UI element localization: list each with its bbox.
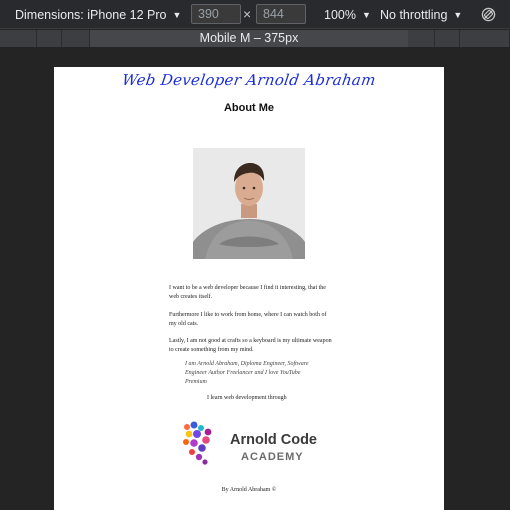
media-query-segment[interactable] bbox=[460, 30, 510, 47]
rotate-icon[interactable] bbox=[481, 7, 496, 22]
zoom-selector[interactable]: 100% ▼ bbox=[324, 0, 371, 29]
bio-paragraph: Furthermore I like to work from home, wh… bbox=[169, 312, 327, 327]
width-input[interactable]: 390 bbox=[191, 4, 241, 24]
height-input[interactable]: 844 bbox=[256, 4, 306, 24]
profile-photo bbox=[193, 148, 305, 259]
media-query-label[interactable]: Mobile M – 375px bbox=[90, 30, 408, 47]
chevron-down-icon: ▼ bbox=[361, 9, 371, 20]
device-selector-label: Dimensions: iPhone 12 Pro bbox=[15, 7, 167, 22]
logo-line1: Arnold Code bbox=[230, 432, 317, 448]
bio-quote: I am Arnold Abraham, Diploma Engineer, S… bbox=[185, 361, 309, 386]
arnold-code-academy-logo: Arnold Code ACADEMY bbox=[183, 421, 317, 465]
logo-line2: ACADEMY bbox=[241, 451, 304, 463]
chevron-down-icon: ▼ bbox=[172, 9, 182, 20]
media-query-segment[interactable] bbox=[37, 30, 62, 47]
throttling-label: No throttling bbox=[380, 7, 448, 22]
media-query-segment[interactable] bbox=[435, 30, 460, 47]
about-heading: About Me bbox=[223, 102, 275, 114]
media-query-segment[interactable] bbox=[0, 30, 37, 47]
site-title: Web Developer Arnold Abraham bbox=[120, 71, 378, 89]
learning-line: I learn web development through bbox=[207, 395, 287, 401]
throttling-selector[interactable]: No throttling ▼ bbox=[380, 0, 462, 29]
footer-text: By Arnold Abraham © bbox=[221, 487, 277, 493]
emulated-page: Web Developer Arnold Abraham About Me I … bbox=[54, 67, 444, 510]
times-icon: × bbox=[243, 6, 252, 22]
media-query-segment[interactable] bbox=[62, 30, 90, 47]
bio-paragraph: I want to be a web developer because I f… bbox=[169, 285, 326, 300]
colorful-head-icon bbox=[183, 421, 212, 465]
bio-paragraph: Lastly, I am not good at crafts so a key… bbox=[169, 338, 332, 353]
device-toolbar: Dimensions: iPhone 12 Pro ▼ 390 × 844 10… bbox=[0, 0, 510, 29]
zoom-label: 100% bbox=[324, 7, 356, 22]
device-selector[interactable]: Dimensions: iPhone 12 Pro ▼ bbox=[15, 0, 181, 29]
media-query-bar: Mobile M – 375px bbox=[0, 30, 510, 47]
media-query-segment[interactable] bbox=[408, 30, 435, 47]
chevron-down-icon: ▼ bbox=[453, 9, 463, 20]
